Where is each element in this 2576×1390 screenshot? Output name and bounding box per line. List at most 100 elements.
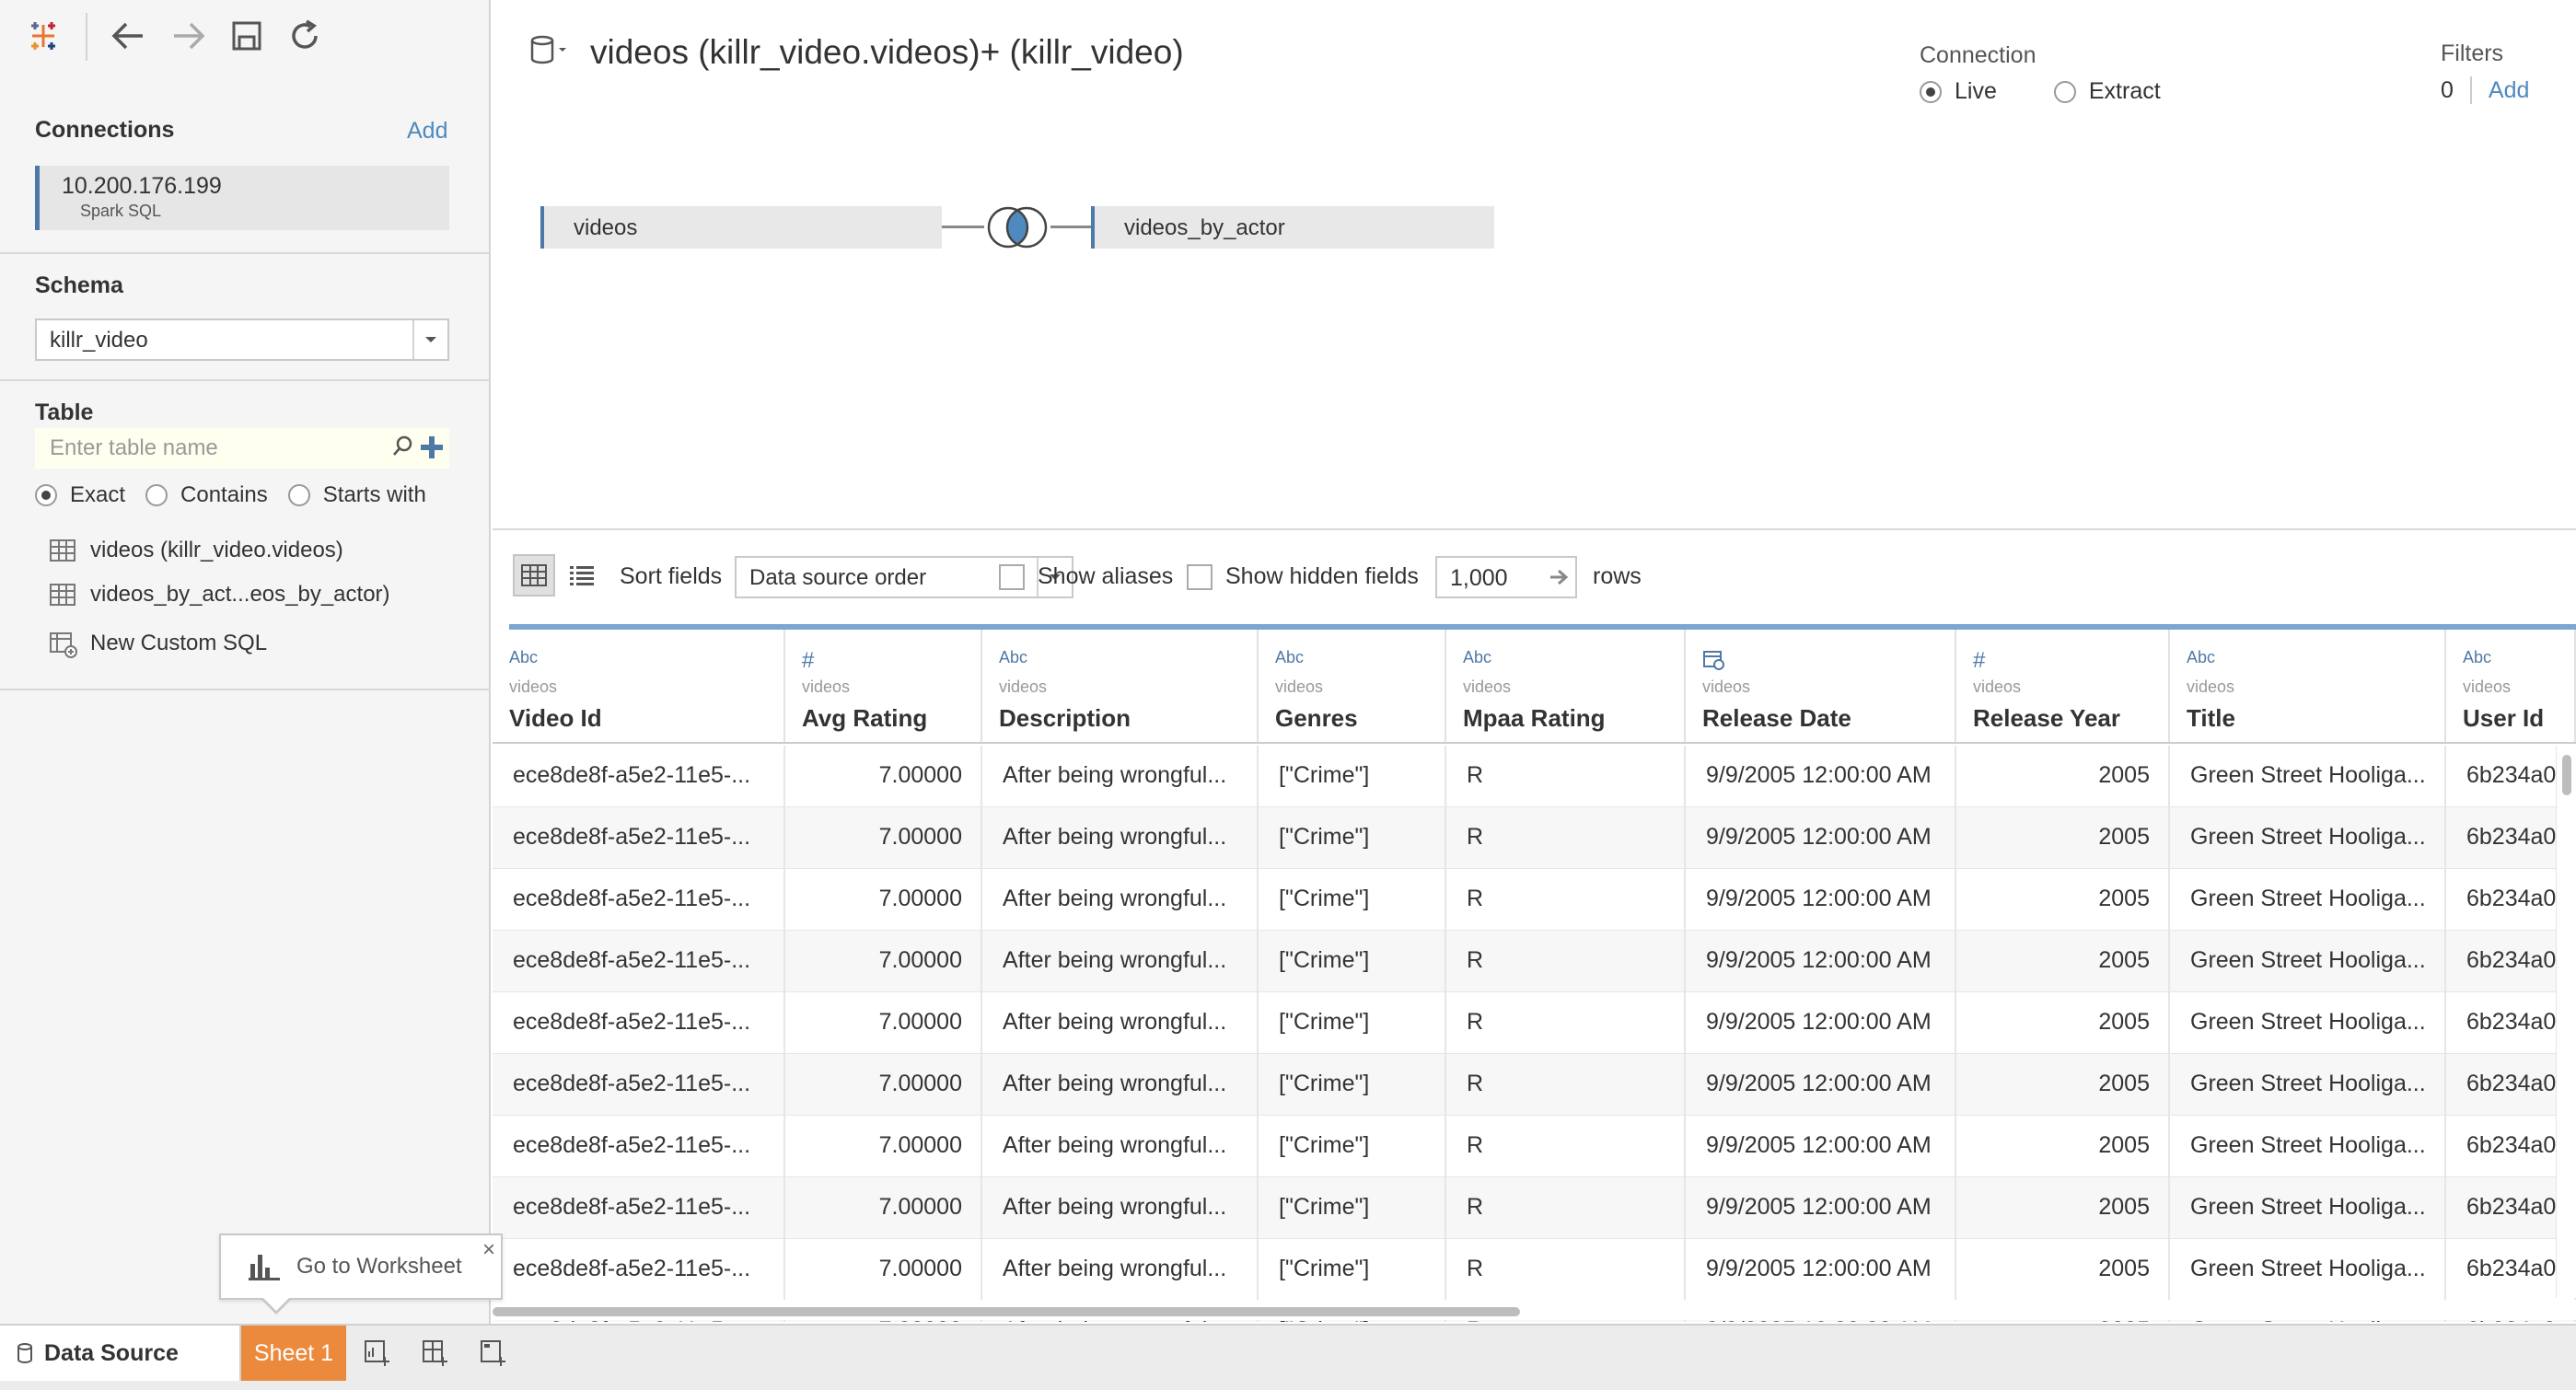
table-cell[interactable]: After being wrongful... [982,807,1259,869]
column-header[interactable]: Abc videos User Id [2446,630,2576,742]
column-name[interactable]: Genres [1275,704,1445,733]
table-cell[interactable]: ece8de8f-a5e2-11e5-... [493,931,785,992]
table-cell[interactable]: ["Crime"] [1259,869,1446,931]
go-to-worksheet-tooltip[interactable]: Go to Worksheet × [219,1234,503,1315]
column-name[interactable]: Title [2187,704,2444,733]
new-worksheet-icon[interactable] [359,1335,396,1372]
column-header[interactable]: Abc videos Mpaa Rating [1446,630,1686,742]
connection-card[interactable]: 10.200.176.199 Spark SQL [35,166,449,230]
table-cell[interactable]: ["Crime"] [1259,992,1446,1054]
table-cell[interactable]: Green Street Hooliga... [2170,1116,2446,1177]
tableau-logo-icon[interactable] [20,13,66,59]
scroll-thumb[interactable] [493,1307,1520,1316]
table-cell[interactable]: After being wrongful... [982,1239,1259,1301]
table-cell[interactable]: 9/9/2005 12:00:00 AM [1686,931,1956,992]
tab-sheet-1[interactable]: Sheet 1 [241,1326,346,1381]
save-icon[interactable] [224,13,270,59]
column-header[interactable]: videos Release Date [1686,630,1956,742]
table-cell[interactable]: 9/9/2005 12:00:00 AM [1686,1239,1956,1301]
table-cell[interactable]: ece8de8f-a5e2-11e5-... [493,869,785,931]
number-type-icon[interactable]: # [1973,648,2168,673]
table-cell[interactable]: 7.00000 [785,1239,982,1301]
column-name[interactable]: Video Id [509,704,783,733]
table-cell[interactable]: ece8de8f-a5e2-11e5-... [493,1239,785,1301]
scroll-thumb[interactable] [2562,755,2571,795]
list-view-icon[interactable] [561,554,603,597]
refresh-icon[interactable] [282,13,328,59]
table-cell[interactable]: ece8de8f-a5e2-11e5-... [493,1116,785,1177]
horizontal-scrollbar[interactable] [493,1300,2576,1320]
table-cell[interactable]: ["Crime"] [1259,1239,1446,1301]
match-option-exact[interactable]: Exact [35,482,125,508]
inner-join-icon[interactable] [981,204,1054,255]
table-cell[interactable]: Green Street Hooliga... [2170,931,2446,992]
match-option-starts-with[interactable]: Starts with [287,482,426,508]
string-type-icon[interactable]: Abc [999,648,1257,672]
table-cell[interactable]: 2005 [1956,1177,2170,1239]
table-cell[interactable]: 9/9/2005 12:00:00 AM [1686,1177,1956,1239]
join-left-table[interactable]: videos [540,206,942,249]
table-cell[interactable]: After being wrongful... [982,1054,1259,1116]
table-cell[interactable]: ["Crime"] [1259,807,1446,869]
table-cell[interactable]: 7.00000 [785,1054,982,1116]
back-arrow-icon[interactable] [105,13,151,59]
table-cell[interactable]: R [1446,1054,1686,1116]
table-cell[interactable]: 9/9/2005 12:00:00 AM [1686,807,1956,869]
table-cell[interactable]: 7.00000 [785,807,982,869]
table-cell[interactable]: 9/9/2005 12:00:00 AM [1686,992,1956,1054]
new-story-icon[interactable] [475,1335,512,1372]
table-cell[interactable]: Green Street Hooliga... [2170,1177,2446,1239]
table-cell[interactable]: After being wrongful... [982,1177,1259,1239]
table-cell[interactable]: 2005 [1956,807,2170,869]
table-cell[interactable]: Green Street Hooliga... [2170,746,2446,807]
table-cell[interactable]: 9/9/2005 12:00:00 AM [1686,869,1956,931]
table-cell[interactable]: ["Crime"] [1259,1054,1446,1116]
table-cell[interactable]: R [1446,807,1686,869]
table-cell[interactable]: 2005 [1956,1054,2170,1116]
column-header[interactable]: Abc videos Genres [1259,630,1446,742]
table-cell[interactable]: 2005 [1956,869,2170,931]
table-cell[interactable]: Green Street Hooliga... [2170,807,2446,869]
add-table-icon[interactable] [418,434,446,468]
table-cell[interactable]: 2005 [1956,1239,2170,1301]
string-type-icon[interactable]: Abc [1275,648,1445,672]
table-cell[interactable]: After being wrongful... [982,869,1259,931]
match-option-contains[interactable]: Contains [145,482,268,508]
column-name[interactable]: Description [999,704,1257,733]
column-name[interactable]: Avg Rating [802,704,981,733]
table-cell[interactable]: ece8de8f-a5e2-11e5-... [493,746,785,807]
string-type-icon[interactable]: Abc [509,648,783,672]
table-cell[interactable]: 2005 [1956,746,2170,807]
column-header[interactable]: # videos Release Year [1956,630,2170,742]
schema-dropdown[interactable]: killr_video [35,319,449,361]
table-cell[interactable]: 7.00000 [785,931,982,992]
table-item-videos-by-actor[interactable]: videos_by_act...eos_by_actor) [50,582,390,608]
table-cell[interactable]: 2005 [1956,931,2170,992]
table-cell[interactable]: Green Street Hooliga... [2170,1054,2446,1116]
new-dashboard-icon[interactable] [417,1335,454,1372]
add-connection-link[interactable]: Add [407,118,447,145]
table-cell[interactable]: R [1446,869,1686,931]
table-cell[interactable]: After being wrongful... [982,931,1259,992]
show-aliases-checkbox[interactable]: Show aliases [999,563,1173,590]
table-cell[interactable]: R [1446,746,1686,807]
table-item-videos[interactable]: videos (killr_video.videos) [50,538,343,563]
vertical-scrollbar[interactable] [2556,746,2576,1298]
table-cell[interactable]: After being wrongful... [982,746,1259,807]
table-cell[interactable]: R [1446,992,1686,1054]
column-header[interactable]: Abc videos Video Id [493,630,785,742]
table-cell[interactable]: Green Street Hooliga... [2170,1239,2446,1301]
table-cell[interactable]: 2005 [1956,1116,2170,1177]
table-cell[interactable]: ["Crime"] [1259,931,1446,992]
table-cell[interactable]: ["Crime"] [1259,1116,1446,1177]
show-hidden-fields-checkbox[interactable]: Show hidden fields [1187,563,1419,590]
table-cell[interactable]: 9/9/2005 12:00:00 AM [1686,1054,1956,1116]
number-type-icon[interactable]: # [802,648,981,673]
tab-data-source[interactable]: Data Source [0,1326,241,1381]
column-header[interactable]: Abc videos Description [982,630,1259,742]
table-cell[interactable]: 2005 [1956,992,2170,1054]
table-cell[interactable]: R [1446,1177,1686,1239]
string-type-icon[interactable]: Abc [2463,648,2574,672]
date-type-icon[interactable] [1702,648,1955,672]
connection-option-extract[interactable]: Extract [2053,78,2161,105]
